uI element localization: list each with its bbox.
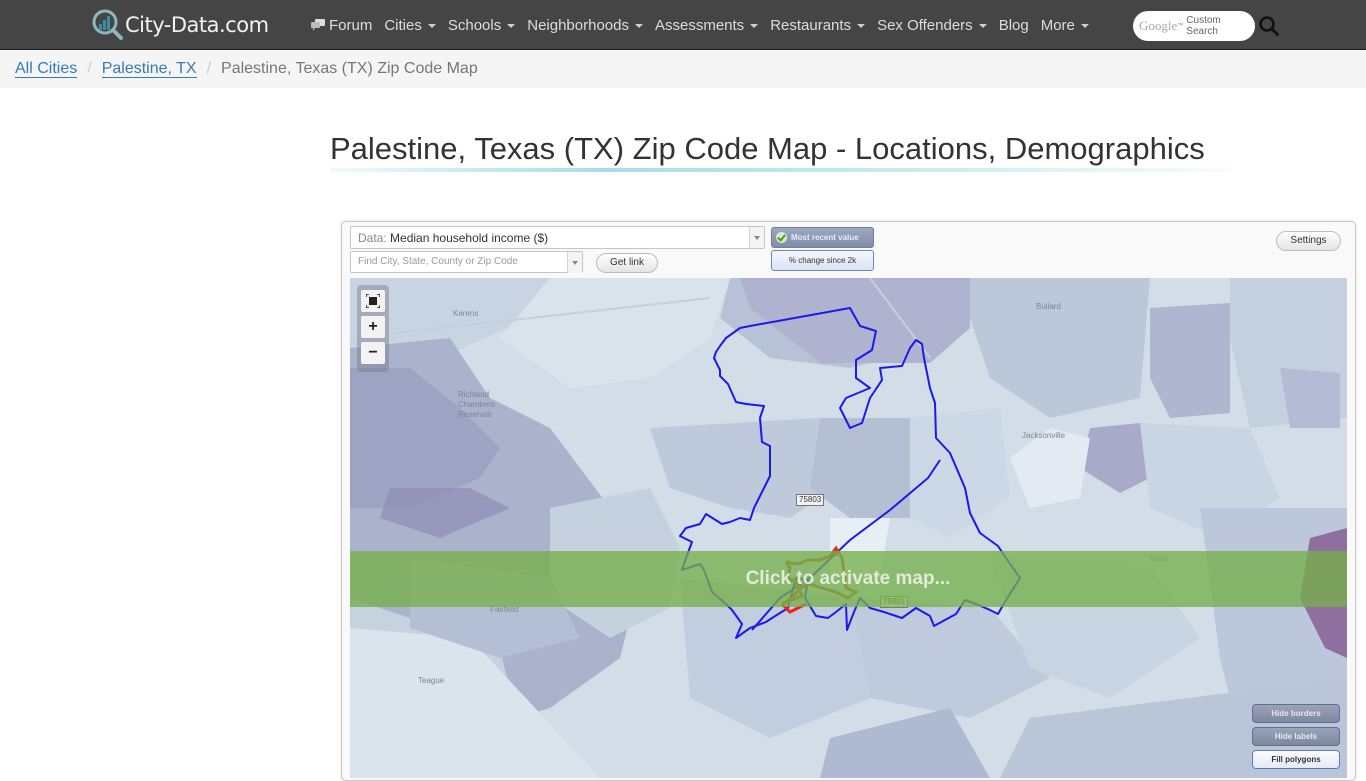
nav-restaurants[interactable]: Restaurants	[770, 16, 866, 34]
data-select-label: Data:	[358, 231, 387, 245]
logo-text: City-Data.com	[125, 13, 269, 37]
nav-sex-offenders[interactable]: Sex Offenders	[877, 17, 987, 34]
breadcrumb-all-cities[interactable]: All Cities	[15, 60, 78, 78]
breadcrumb-separator: /	[87, 60, 92, 77]
caret-down-icon	[427, 23, 436, 28]
activate-map-text: Click to activate map...	[745, 568, 951, 589]
hide-labels-button[interactable]: Hide labels	[1252, 727, 1340, 746]
breadcrumb-palestine-tx[interactable]: Palestine, TX	[101, 60, 197, 78]
dropdown-arrow-icon[interactable]	[749, 227, 764, 248]
nav-blog-label: Blog	[998, 16, 1029, 34]
place-label-teague: Teague	[418, 676, 445, 685]
check-icon	[776, 232, 787, 243]
hide-borders-button[interactable]: Hide borders	[1252, 704, 1340, 723]
nav-more[interactable]: More	[1041, 17, 1089, 34]
caret-down-icon	[857, 23, 866, 28]
nav-cities[interactable]: Cities	[384, 17, 436, 34]
trademark: ™	[1177, 23, 1184, 29]
caret-down-icon	[507, 23, 516, 28]
place-label-bullard: Bullard	[1036, 302, 1061, 311]
caret-down-icon	[750, 23, 759, 28]
most-recent-value-button[interactable]: Most recent value	[771, 227, 874, 248]
main-nav: Forum Cities Schools Neighborhoods Asses…	[310, 0, 1101, 50]
custom-search-placeholder: Custom Search	[1186, 15, 1221, 37]
map-canvas	[350, 278, 1347, 778]
logo-magnifier-icon	[92, 9, 126, 41]
nav-schools-label: Schools	[447, 16, 502, 34]
nav-forum[interactable]: Forum	[310, 17, 372, 34]
activate-map-overlay[interactable]: Click to activate map...	[350, 551, 1347, 607]
place-label-kerens: Kerens	[453, 309, 479, 318]
caret-down-icon	[1080, 23, 1089, 28]
fill-polygons-button[interactable]: Fill polygons	[1252, 750, 1340, 769]
pct-change-button[interactable]: % change since 2k	[771, 250, 874, 271]
settings-button[interactable]: Settings	[1276, 231, 1341, 251]
site-logo[interactable]: City-Data.com	[92, 9, 269, 41]
page-title: Palestine, Texas (TX) Zip Code Map - Loc…	[330, 131, 1205, 166]
nav-forum-label: Forum	[329, 16, 373, 34]
most-recent-label: Most recent value	[791, 233, 859, 242]
google-custom-search-input[interactable]: Google ™ Custom Search	[1133, 11, 1255, 41]
get-link-button[interactable]: Get link	[596, 253, 658, 273]
place-label-richland-chambers: Richland Chambers Reservoir	[458, 390, 495, 419]
nav-blog[interactable]: Blog	[999, 17, 1029, 34]
nav-restaurants-label: Restaurants	[770, 16, 852, 34]
nav-neighborhoods[interactable]: Neighborhoods	[527, 17, 643, 34]
breadcrumb-current: Palestine, Texas (TX) Zip Code Map	[221, 60, 478, 77]
search-icon[interactable]	[1258, 15, 1280, 37]
caret-down-icon	[634, 23, 643, 28]
nav-neighborhoods-label: Neighborhoods	[527, 16, 629, 34]
nav-assessments-label: Assessments	[654, 16, 745, 34]
breadcrumb-separator: /	[206, 60, 212, 77]
find-location-input[interactable]: Find City, State, County or Zip Code	[350, 251, 583, 273]
dropdown-arrow-icon[interactable]	[567, 252, 582, 273]
nav-more-label: More	[1040, 16, 1075, 34]
nav-schools[interactable]: Schools	[447, 16, 516, 34]
map-widget: Data: Median household income ($) Find C…	[341, 221, 1356, 781]
nav-cities-label: Cities	[384, 16, 422, 34]
breadcrumb: All Cities / Palestine, TX / Palestine, …	[0, 50, 1366, 88]
zoom-control: + −	[357, 285, 389, 372]
title-underline	[330, 168, 1233, 172]
data-select-value: Median household income ($)	[390, 231, 549, 245]
zip-code-map[interactable]: Kerens Richland Chambers Reservoir Bulla…	[350, 278, 1347, 778]
zoom-out-button[interactable]: −	[361, 342, 385, 364]
forum-icon	[310, 18, 326, 32]
fit-extent-icon[interactable]	[361, 290, 385, 312]
google-watermark: Google	[1139, 18, 1178, 33]
find-location-placeholder: Find City, State, County or Zip Code	[358, 256, 518, 267]
place-label-jacksonville: Jacksonville	[1022, 431, 1066, 440]
zoom-in-button[interactable]: +	[361, 316, 385, 338]
data-select-dropdown[interactable]: Data: Median household income ($)	[350, 226, 765, 249]
caret-down-icon	[978, 23, 987, 28]
zip-label-75803[interactable]: 75803	[796, 494, 825, 506]
top-navbar: City-Data.com Forum Cities Schools Neigh…	[0, 0, 1366, 50]
nav-sex-offenders-label: Sex Offenders	[877, 16, 973, 34]
nav-assessments[interactable]: Assessments	[654, 16, 759, 34]
